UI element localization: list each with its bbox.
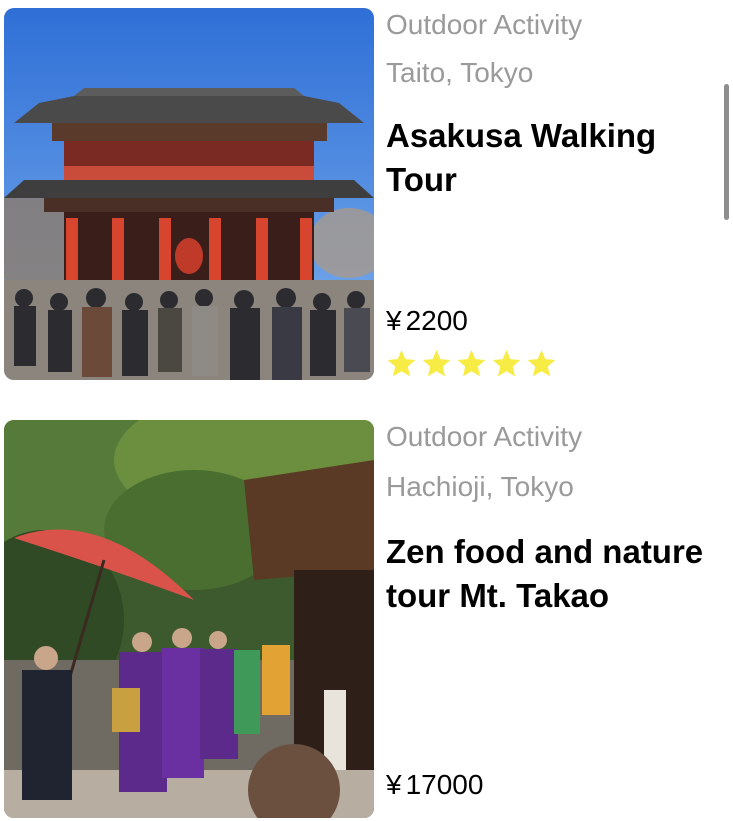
tour-title[interactable]: Asakusa Walking Tour <box>386 114 706 202</box>
currency-symbol: ¥ <box>386 305 402 336</box>
category-label: Outdoor Activity <box>386 9 583 40</box>
star-icon <box>387 349 416 377</box>
temple-gate-photo[interactable] <box>4 8 374 380</box>
monks-procession-image <box>4 420 374 818</box>
star-icon <box>422 349 451 377</box>
category-label: Outdoor Activity <box>386 421 583 452</box>
tour-card[interactable]: Outdoor Activity Hachioji, Tokyo Zen foo… <box>0 412 733 821</box>
tour-info: Outdoor Activity Taito, Tokyo Asakusa Wa… <box>386 0 713 400</box>
star-icon <box>527 349 556 377</box>
tour-list-screen: Outdoor Activity Taito, Tokyo Asakusa Wa… <box>0 0 733 821</box>
location-label: Taito, Tokyo <box>386 57 534 88</box>
temple-gate-image <box>4 8 374 380</box>
location-label: Hachioji, Tokyo <box>386 471 574 502</box>
price-label: ¥2200 <box>386 304 468 338</box>
star-rating <box>386 348 557 379</box>
monks-procession-photo[interactable] <box>4 420 374 818</box>
tour-card[interactable]: Outdoor Activity Taito, Tokyo Asakusa Wa… <box>0 0 733 400</box>
price-amount: 2200 <box>405 305 468 336</box>
tour-info: Outdoor Activity Hachioji, Tokyo Zen foo… <box>386 412 713 821</box>
price-amount: 17000 <box>405 769 484 800</box>
vertical-scrollbar[interactable] <box>724 84 729 220</box>
star-icon <box>492 349 521 377</box>
tour-title[interactable]: Zen food and nature tour Mt. Takao <box>386 530 706 618</box>
star-icon <box>457 349 486 377</box>
currency-symbol: ¥ <box>386 769 402 800</box>
price-label: ¥17000 <box>386 768 483 802</box>
